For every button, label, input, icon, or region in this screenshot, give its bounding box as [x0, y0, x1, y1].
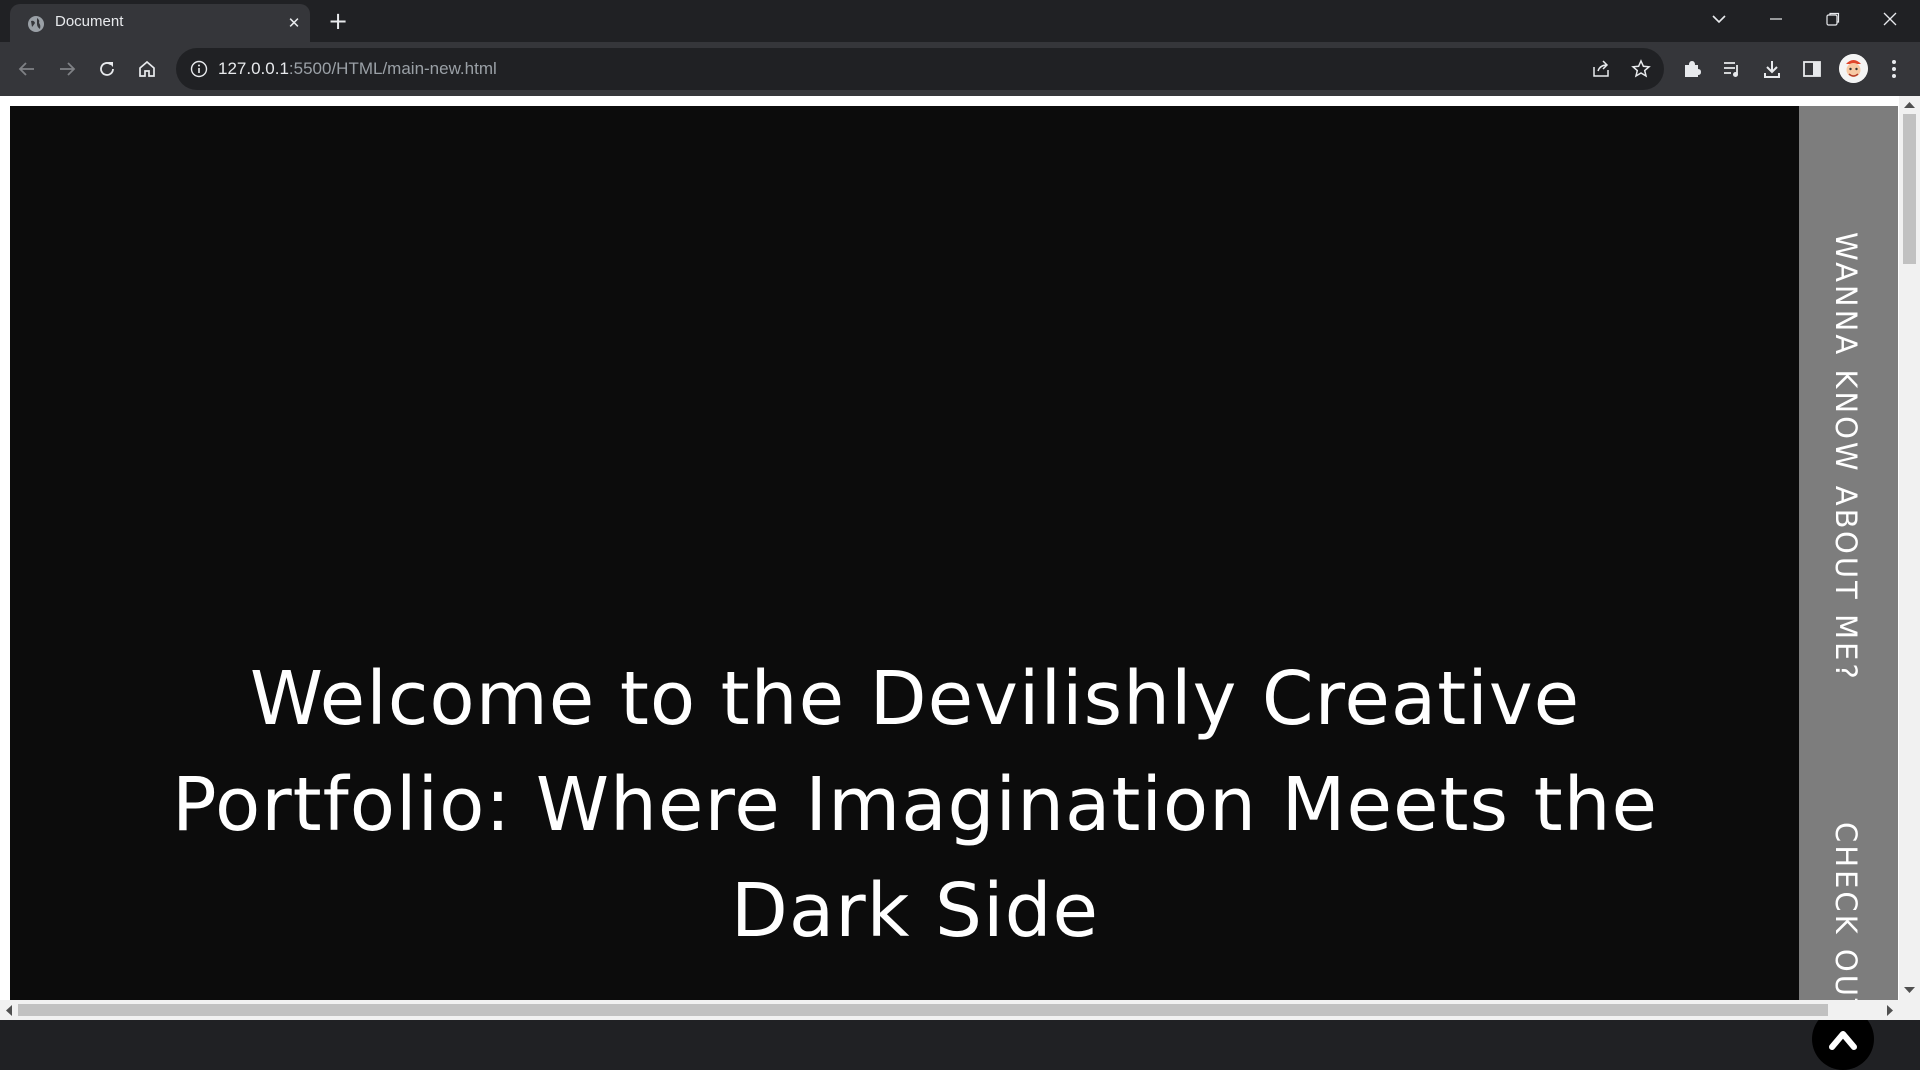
info-icon[interactable]	[190, 60, 208, 78]
arrow-left-icon	[18, 62, 34, 76]
hero-section: Welcome to the Devilishly Creative Portf…	[10, 106, 1799, 1000]
forward-button[interactable]	[51, 53, 83, 85]
arrow-right-icon	[60, 62, 76, 76]
browser-menu-button[interactable]	[1878, 53, 1910, 85]
vertical-scrollbar[interactable]	[1899, 96, 1920, 1000]
scroll-left-arrow-icon[interactable]	[5, 1005, 13, 1016]
close-icon	[1883, 12, 1897, 26]
vertical-scroll-thumb[interactable]	[1903, 114, 1916, 264]
horizontal-scrollbar[interactable]	[0, 1000, 1920, 1020]
horizontal-scroll-thumb[interactable]	[18, 1004, 1828, 1016]
browser-tab-strip: Document ✕ +	[0, 0, 1920, 42]
url-host: 127.0.0.1	[218, 59, 289, 78]
hero-heading: Welcome to the Devilishly Creative Portf…	[171, 656, 1659, 954]
profile-avatar[interactable]	[1839, 54, 1868, 83]
share-button[interactable]	[1589, 57, 1613, 81]
home-button[interactable]	[131, 53, 163, 85]
download-icon	[1764, 61, 1780, 78]
side-panel-icon	[1803, 61, 1821, 77]
reload-button[interactable]	[91, 53, 123, 85]
new-tab-button[interactable]: +	[325, 9, 351, 35]
star-icon	[1631, 59, 1651, 78]
side-panel-button[interactable]	[1796, 53, 1828, 85]
check-out-link[interactable]: CHECK OUT	[1829, 822, 1863, 1000]
tab-title: Document	[55, 13, 124, 30]
tab-close-icon[interactable]: ✕	[285, 14, 303, 32]
restore-button[interactable]	[1806, 0, 1860, 38]
side-nav-panel: WANNA KNOW ABOUT ME? CHECK OUT	[1799, 106, 1898, 1000]
reload-icon	[100, 62, 114, 76]
puzzle-icon	[1685, 61, 1701, 77]
close-window-button[interactable]	[1863, 0, 1917, 38]
bookmark-button[interactable]	[1629, 57, 1653, 81]
tab-search-button[interactable]	[1692, 0, 1746, 38]
kebab-menu-icon	[1892, 60, 1896, 78]
avatar-icon	[1839, 54, 1868, 83]
chevron-up-icon	[1829, 1031, 1857, 1050]
globe-icon	[28, 16, 44, 32]
minimize-button[interactable]	[1749, 0, 1803, 38]
media-queue-button[interactable]	[1716, 53, 1748, 85]
scroll-down-arrow-icon[interactable]	[1904, 986, 1915, 994]
home-icon	[139, 60, 155, 77]
media-queue-icon	[1724, 62, 1738, 77]
about-me-link[interactable]: WANNA KNOW ABOUT ME?	[1829, 232, 1863, 682]
scroll-up-arrow-icon[interactable]	[1904, 101, 1915, 109]
downloads-button[interactable]	[1756, 53, 1788, 85]
minimize-icon	[1770, 18, 1782, 20]
address-bar[interactable]: 127.0.0.1:5500/HTML/main-new.html	[176, 48, 1664, 90]
browser-tab[interactable]: Document ✕	[10, 4, 310, 42]
share-icon	[1593, 60, 1609, 77]
url-text[interactable]: 127.0.0.1:5500/HTML/main-new.html	[218, 59, 497, 79]
browser-toolbar: 127.0.0.1:5500/HTML/main-new.html	[0, 42, 1920, 96]
scroll-right-arrow-icon[interactable]	[1886, 1005, 1894, 1016]
chevron-down-icon	[1712, 15, 1726, 24]
restore-icon	[1826, 12, 1840, 26]
back-button[interactable]	[11, 53, 43, 85]
url-path: :5500/HTML/main-new.html	[288, 59, 497, 78]
page-viewport: Welcome to the Devilishly Creative Portf…	[0, 96, 1920, 1070]
extensions-button[interactable]	[1676, 53, 1708, 85]
